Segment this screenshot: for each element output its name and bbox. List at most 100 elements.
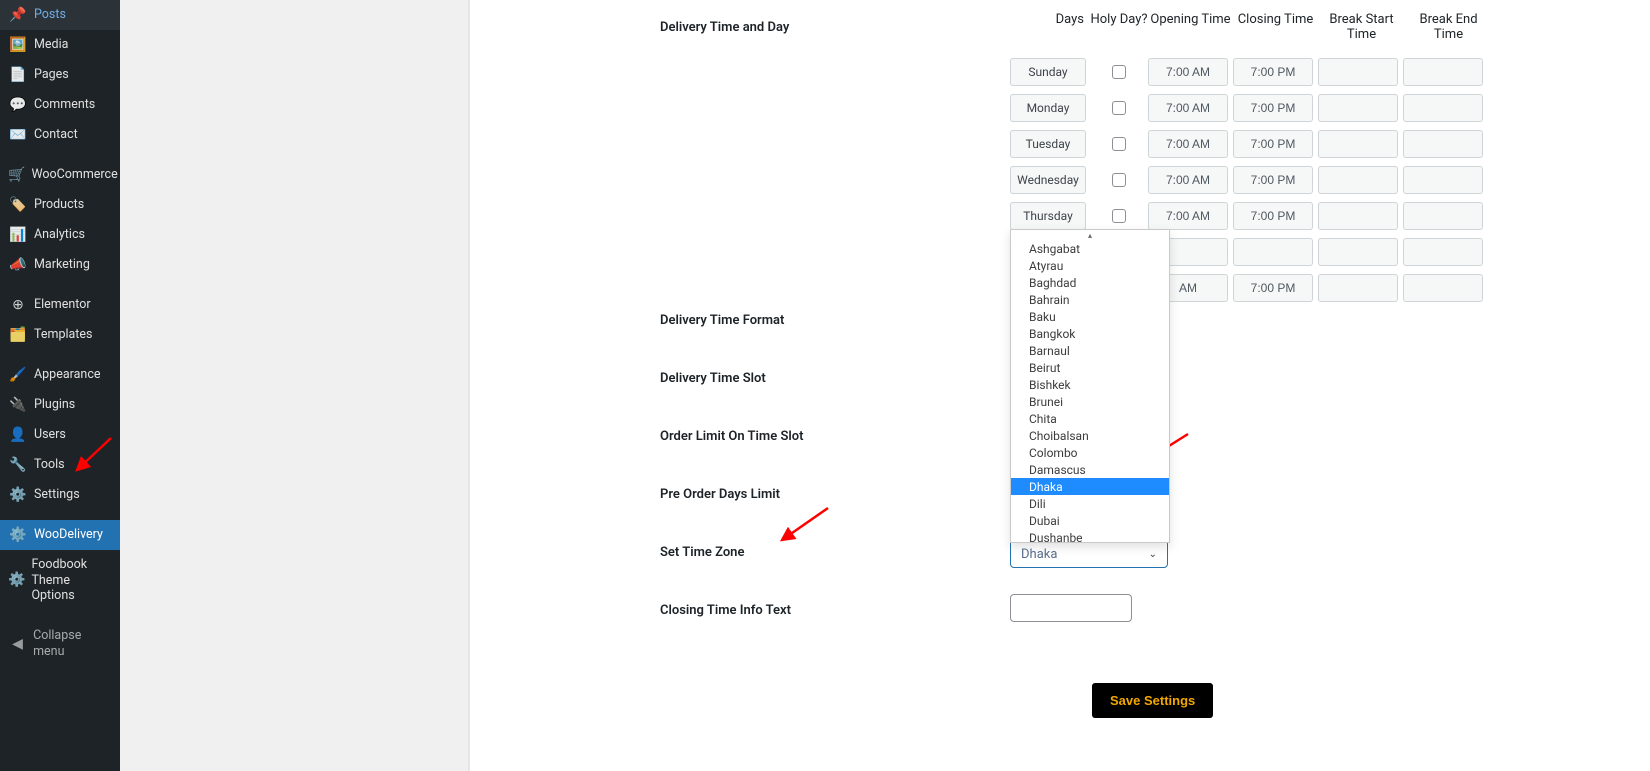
sidebar-item-woocommerce[interactable]: 🛒WooCommerce [0,160,120,190]
menu-icon: ✉️ [8,127,28,143]
sidebar-item-tools[interactable]: 🔧Tools [0,450,120,480]
timezone-option[interactable]: Bangkok [1011,325,1169,342]
sidebar-item-settings[interactable]: ⚙️Settings [0,480,120,510]
timezone-option[interactable]: Bishkek [1011,376,1169,393]
sidebar-item-plugins[interactable]: 🔌Plugins [0,390,120,420]
bstart-time-input[interactable] [1318,238,1398,266]
sidebar-item-marketing[interactable]: 📣Marketing [0,250,120,280]
menu-icon: 🖌️ [8,367,28,383]
th-days: Days [1010,12,1090,42]
timezone-option[interactable]: Baghdad [1011,274,1169,291]
bend-time-input[interactable] [1403,94,1483,122]
timezone-option[interactable]: Beirut [1011,359,1169,376]
timezone-option[interactable]: Dubai [1011,512,1169,529]
sidebar-item-label: Media [34,37,68,53]
holy-day-checkbox[interactable] [1112,101,1126,115]
collapse-menu[interactable]: ◀Collapse menu [0,621,120,666]
timezone-option[interactable]: Bahrain [1011,291,1169,308]
timezone-option[interactable]: Dushanbe [1011,529,1169,542]
sidebar-item-label: Pages [34,67,69,83]
sidebar-item-label: WooCommerce [31,167,117,183]
sidebar-item-label: Plugins [34,397,75,413]
label-pre-order: Pre Order Days Limit [660,487,920,502]
day-badge[interactable]: Tuesday [1010,130,1086,158]
sidebar-item-foodbook-theme-options[interactable]: ⚙️Foodbook Theme Options [0,550,120,611]
day-badge[interactable]: Sunday [1010,58,1086,86]
timezone-option[interactable]: Colombo [1011,444,1169,461]
timezone-option[interactable]: Damascus [1011,461,1169,478]
sidebar-item-pages[interactable]: 📄Pages [0,60,120,90]
timezone-option[interactable]: Dhaka [1011,478,1169,495]
open-time-input[interactable] [1148,130,1228,158]
bend-time-input[interactable] [1403,130,1483,158]
bstart-time-input[interactable] [1318,130,1398,158]
timezone-option[interactable]: Brunei [1011,393,1169,410]
menu-icon: 📊 [8,227,28,243]
sidebar-item-label: Templates [34,327,92,343]
save-settings-button[interactable]: Save Settings [1092,683,1213,718]
sidebar-item-appearance[interactable]: 🖌️Appearance [0,360,120,390]
day-badge[interactable]: Wednesday [1010,166,1086,194]
bend-time-input[interactable] [1403,238,1483,266]
schedule-row: Sunday [1010,54,1492,90]
timezone-option[interactable]: Ashgabat [1011,240,1169,257]
bstart-time-input[interactable] [1318,94,1398,122]
bstart-time-input[interactable] [1318,166,1398,194]
timezone-option[interactable]: Dili [1011,495,1169,512]
sidebar-item-templates[interactable]: 🗂️ Templates [0,320,120,350]
bstart-time-input[interactable] [1318,202,1398,230]
timezone-option[interactable]: Barnaul [1011,342,1169,359]
sidebar-item-label: WooDelivery [34,527,103,543]
timezone-dropdown-panel[interactable]: ▴ AshgabatAtyrauBaghdadBahrainBakuBangko… [1010,229,1170,543]
holy-day-checkbox[interactable] [1112,137,1126,151]
open-time-input[interactable] [1148,94,1228,122]
sidebar-item-woodelivery[interactable]: ⚙️WooDelivery [0,520,120,550]
holy-day-checkbox[interactable] [1112,65,1126,79]
sidebar-item-elementor[interactable]: ⊕Elementor [0,290,120,320]
sidebar-item-analytics[interactable]: 📊Analytics [0,220,120,250]
timezone-option-list[interactable]: AshgabatAtyrauBaghdadBahrainBakuBangkokB… [1011,240,1169,542]
sidebar-item-products[interactable]: 🏷️Products [0,190,120,220]
close-time-input[interactable] [1233,202,1313,230]
th-bstart: Break Start Time [1318,12,1405,42]
sidebar-item-users[interactable]: 👤Users [0,420,120,450]
menu-icon: 🗂️ [8,327,28,343]
close-time-input[interactable] [1233,130,1313,158]
sidebar-item-contact[interactable]: ✉️Contact [0,120,120,150]
holy-day-checkbox[interactable] [1112,173,1126,187]
dropdown-scroll-up[interactable]: ▴ [1011,230,1169,240]
timezone-option[interactable]: Atyrau [1011,257,1169,274]
bend-time-input[interactable] [1403,274,1483,302]
close-time-input[interactable] [1233,58,1313,86]
menu-icon: 📌 [8,7,28,23]
timezone-select[interactable]: Dhaka ⌄ [1010,540,1168,568]
bstart-time-input[interactable] [1318,274,1398,302]
schedule-row: Tuesday [1010,126,1492,162]
bend-time-input[interactable] [1403,166,1483,194]
day-badge[interactable]: Monday [1010,94,1086,122]
open-time-input[interactable] [1148,58,1228,86]
open-time-input[interactable] [1148,166,1228,194]
day-badge[interactable]: Thursday [1010,202,1086,230]
th-close: Closing Time [1233,12,1318,42]
timezone-option[interactable]: Choibalsan [1011,427,1169,444]
timezone-option[interactable]: Chita [1011,410,1169,427]
close-time-input[interactable] [1233,166,1313,194]
sidebar-item-media[interactable]: 🖼️Media [0,30,120,60]
sidebar-item-comments[interactable]: 💬Comments [0,90,120,120]
close-time-input[interactable] [1233,274,1313,302]
sidebar-item-label: Settings [34,487,80,503]
bstart-time-input[interactable] [1318,58,1398,86]
closing-info-input[interactable] [1010,594,1132,622]
timezone-option[interactable]: Baku [1011,308,1169,325]
bend-time-input[interactable] [1403,202,1483,230]
bend-time-input[interactable] [1403,58,1483,86]
holy-day-checkbox[interactable] [1112,209,1126,223]
close-time-input[interactable] [1233,94,1313,122]
sidebar-item-label: Users [34,427,66,443]
sidebar-item-posts[interactable]: 📌Posts [0,0,120,30]
sidebar-item-label: Collapse menu [33,628,112,659]
open-time-input[interactable] [1148,202,1228,230]
close-time-input[interactable] [1233,238,1313,266]
menu-icon: ⊕ [8,297,28,313]
